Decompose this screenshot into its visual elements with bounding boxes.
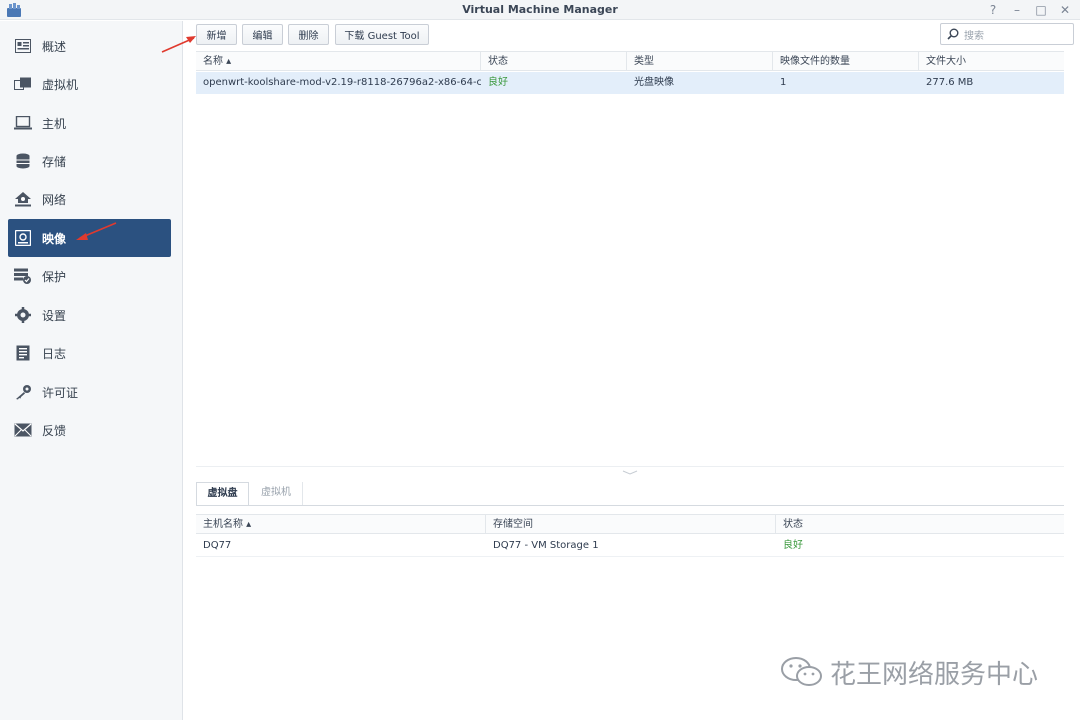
watermark-text: 花王网络服务中心 (830, 659, 1039, 690)
edit-button[interactable]: 编辑 (242, 24, 283, 45)
sidebar-item-label: 许可证 (42, 385, 79, 400)
sidebar-item-protection[interactable]: 保护 (8, 258, 171, 294)
host-name: DQ77 (203, 540, 232, 551)
network-icon (14, 190, 32, 208)
sidebar-item-label: 概述 (42, 39, 67, 54)
sidebar-item-network[interactable]: 网络 (8, 181, 171, 217)
download-guest-tool-button[interactable]: 下载 Guest Tool (335, 24, 429, 45)
image-count: 1 (780, 77, 787, 88)
column-file-size[interactable]: 文件大小 (919, 52, 1064, 71)
splitter-handle-icon (622, 470, 638, 475)
storage-name: DQ77 - VM Storage 1 (493, 540, 599, 551)
panel-splitter[interactable] (196, 466, 1064, 475)
watermark: 花王网络服务中心 (780, 652, 1038, 692)
column-name[interactable]: 名称 ▴ (196, 52, 481, 71)
wechat-icon (781, 657, 822, 686)
detail-status: 良好 (783, 540, 803, 551)
close-button[interactable]: ✕ (1057, 2, 1073, 18)
feedback-icon (14, 421, 32, 439)
column-file-count[interactable]: 映像文件的数量 (773, 52, 919, 71)
sidebar-item-feedback[interactable]: 反馈 (8, 412, 171, 448)
help-button[interactable]: ? (985, 2, 1001, 18)
sidebar-item-label: 映像 (42, 231, 67, 246)
tab-virtual-disk[interactable]: 虚拟盘 (196, 482, 249, 506)
maximize-button[interactable]: □ (1033, 2, 1049, 18)
annotation-arrow-image (76, 222, 117, 240)
column-type[interactable]: 类型 (627, 52, 773, 71)
column-host-name[interactable]: 主机名称 ▴ (196, 515, 486, 534)
sidebar-item-label: 存储 (42, 154, 67, 169)
table-row[interactable]: openwrt-koolshare-mod-v2.19-r8118-26796a… (196, 72, 1064, 94)
tab-virtual-machine[interactable]: 虚拟机 (250, 482, 303, 506)
sidebar-item-log[interactable]: 日志 (8, 335, 171, 371)
log-icon (14, 344, 32, 362)
sidebar-item-license[interactable]: 许可证 (8, 374, 171, 410)
sidebar-item-label: 设置 (42, 308, 67, 323)
sidebar-item-label: 日志 (42, 346, 67, 361)
image-size: 277.6 MB (926, 77, 974, 88)
sidebar-item-host[interactable]: 主机 (8, 105, 171, 141)
sidebar-item-vm[interactable]: 虚拟机 (8, 66, 171, 102)
vm-icon (14, 75, 32, 93)
table-row[interactable]: DQ77 DQ77 - VM Storage 1 良好 (196, 535, 1064, 557)
minimize-button[interactable]: – (1009, 2, 1025, 18)
sidebar-item-label: 反馈 (42, 423, 67, 438)
column-status[interactable]: 状态 (481, 52, 627, 71)
protection-icon (14, 267, 32, 285)
title-bar: Virtual Machine Manager ? – □ ✕ (0, 0, 1080, 20)
detail-table-header: 主机名称 ▴ 存储空间 状态 (196, 514, 1064, 534)
sidebar-item-label: 主机 (42, 116, 67, 131)
sidebar-item-settings[interactable]: 设置 (8, 297, 171, 333)
license-icon (14, 383, 32, 401)
image-status: 良好 (488, 77, 508, 88)
host-icon (14, 114, 32, 132)
overview-icon (14, 37, 32, 55)
sidebar: 概述 虚拟机 主机 存储 网络 映像 保护 设置 日志 许可证 反馈 (0, 21, 183, 720)
image-type: 光盘映像 (634, 77, 674, 88)
settings-icon (14, 306, 32, 324)
column-storage[interactable]: 存储空间 (486, 515, 776, 534)
sidebar-item-label: 虚拟机 (42, 77, 79, 92)
sidebar-item-label: 网络 (42, 192, 67, 207)
sidebar-item-storage[interactable]: 存储 (8, 143, 171, 179)
window-title: Virtual Machine Manager (462, 3, 618, 16)
delete-button[interactable]: 删除 (288, 24, 329, 45)
search-icon (947, 28, 959, 40)
search-input[interactable]: 搜索 (940, 23, 1074, 45)
sidebar-item-overview[interactable]: 概述 (8, 28, 171, 64)
sidebar-item-label: 保护 (42, 269, 67, 284)
image-name: openwrt-koolshare-mod-v2.19-r8118-26796a… (203, 77, 481, 88)
images-table-header: 名称 ▴ 状态 类型 映像文件的数量 文件大小 (196, 51, 1064, 71)
tab-divider (196, 505, 1064, 506)
add-button[interactable]: 新增 (196, 24, 237, 45)
column-detail-status[interactable]: 状态 (776, 515, 1064, 534)
search-placeholder: 搜索 (964, 30, 984, 42)
image-icon (14, 229, 32, 247)
storage-icon (14, 152, 32, 170)
